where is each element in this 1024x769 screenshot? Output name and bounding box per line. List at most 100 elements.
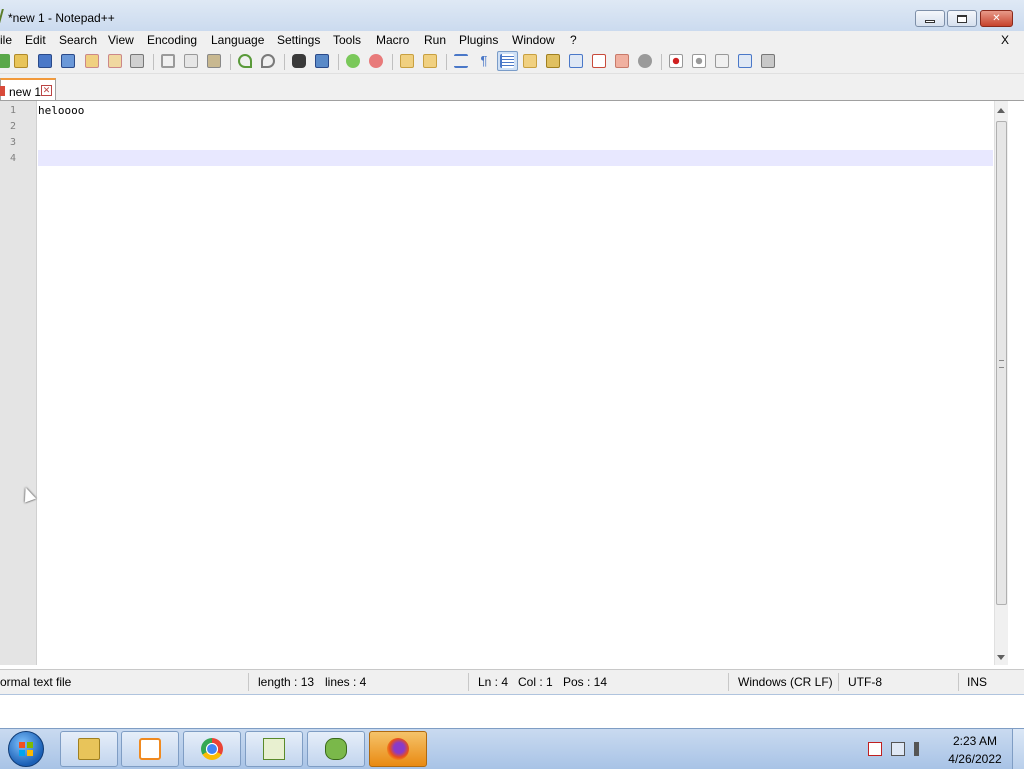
taskbar-media-player[interactable] <box>121 731 179 767</box>
record-macro-icon[interactable] <box>669 54 683 68</box>
status-eol[interactable]: Windows (CR LF) <box>738 675 833 689</box>
maximize-button[interactable] <box>947 10 977 27</box>
taskbar-firefox[interactable] <box>369 731 427 767</box>
menu-view[interactable]: View <box>108 33 134 47</box>
word-wrap-icon[interactable] <box>454 54 468 68</box>
close-all-icon[interactable] <box>108 54 122 68</box>
menu-help[interactable]: ? <box>570 33 577 47</box>
menu-edit[interactable]: Edit <box>25 33 46 47</box>
doc-map-icon[interactable] <box>546 54 560 68</box>
status-pos: Pos : 14 <box>563 675 608 689</box>
window-title: *new 1 - Notepad++ <box>8 11 115 25</box>
line-number: 3 <box>10 137 17 148</box>
zoom-out-icon[interactable] <box>369 54 383 68</box>
network-icon[interactable] <box>891 742 905 756</box>
action-center-flag-icon[interactable] <box>868 742 882 756</box>
tab-bar: new 1 ✕ <box>0 74 1024 101</box>
show-all-chars-icon[interactable]: ¶ <box>477 54 491 68</box>
toolbar: ¶ <box>0 49 1024 74</box>
status-divider <box>838 673 839 691</box>
title-bar: *new 1 - Notepad++ ✕ <box>0 0 1024 35</box>
open-file-icon[interactable] <box>14 54 28 68</box>
status-length: length : 13 <box>258 675 315 689</box>
status-divider <box>468 673 469 691</box>
status-insert-mode[interactable]: INS <box>967 675 987 689</box>
monitoring-icon[interactable] <box>615 54 629 68</box>
toolbar-separator <box>446 54 447 70</box>
close-document-button[interactable]: X <box>1001 33 1009 47</box>
scrollbar-thumb[interactable] <box>996 121 1007 605</box>
status-divider <box>728 673 729 691</box>
clock-time[interactable]: 2:23 AM <box>945 734 1005 748</box>
toolbar-separator <box>338 54 339 70</box>
toolbar-separator <box>284 54 285 70</box>
menu-macro[interactable]: Macro <box>376 33 409 47</box>
sync-horizontal-icon[interactable] <box>423 54 437 68</box>
taskbar-chrome[interactable] <box>183 731 241 767</box>
menu-tools[interactable]: Tools <box>333 33 361 47</box>
chrome-icon <box>201 738 223 760</box>
scroll-up-icon[interactable] <box>997 108 1005 113</box>
save-icon[interactable] <box>38 54 52 68</box>
menu-run[interactable]: Run <box>424 33 446 47</box>
copy-icon[interactable] <box>184 54 198 68</box>
menu-search[interactable]: Search <box>59 33 97 47</box>
folder-workspace-icon[interactable] <box>592 54 606 68</box>
close-window-button[interactable]: ✕ <box>980 10 1013 27</box>
run-macro-multiple-icon[interactable] <box>738 54 752 68</box>
taskbar-notepad-plus-plus[interactable] <box>245 731 303 767</box>
network-tool-icon <box>325 738 347 760</box>
save-all-icon[interactable] <box>61 54 75 68</box>
taskbar-explorer[interactable] <box>60 731 118 767</box>
cut-icon[interactable] <box>161 54 175 68</box>
tab-new-1[interactable]: new 1 ✕ <box>0 78 56 100</box>
menu-language[interactable]: Language <box>211 33 264 47</box>
status-bar: ormal text file length : 13 lines : 4 Ln… <box>0 669 1024 694</box>
scroll-down-icon[interactable] <box>997 655 1005 660</box>
function-list-icon[interactable] <box>569 54 583 68</box>
vertical-scrollbar[interactable] <box>994 101 1008 665</box>
sync-vertical-icon[interactable] <box>400 54 414 68</box>
toolbar-separator <box>661 54 662 70</box>
clock-date[interactable]: 4/26/2022 <box>945 752 1005 766</box>
tab-close-icon[interactable]: ✕ <box>41 85 52 96</box>
maximize-icon <box>957 14 967 23</box>
monitoring-eye-icon[interactable] <box>638 54 652 68</box>
menu-encoding[interactable]: Encoding <box>147 33 197 47</box>
unsaved-document-icon <box>0 86 5 96</box>
menu-window[interactable]: Window <box>512 33 555 47</box>
find-icon[interactable] <box>292 54 306 68</box>
menu-settings[interactable]: Settings <box>277 33 320 47</box>
taskbar-network-tool[interactable] <box>307 731 365 767</box>
user-defined-lang-icon[interactable] <box>523 54 537 68</box>
menu-file[interactable]: ile <box>0 33 12 47</box>
start-button[interactable] <box>8 731 44 767</box>
taskbar: 2:23 AM 4/26/2022 <box>0 728 1024 769</box>
indent-guide-icon[interactable] <box>500 54 514 68</box>
zoom-in-icon[interactable] <box>346 54 360 68</box>
close-icon[interactable] <box>85 54 99 68</box>
windows-logo-icon <box>19 742 33 756</box>
status-divider <box>248 673 249 691</box>
playback-macro-icon[interactable] <box>715 54 729 68</box>
redo-icon[interactable] <box>261 54 275 68</box>
line-number: 1 <box>10 105 17 116</box>
status-encoding[interactable]: UTF-8 <box>848 675 882 689</box>
undo-icon[interactable] <box>238 54 252 68</box>
code-line[interactable]: heloooo <box>38 104 84 117</box>
replace-icon[interactable] <box>315 54 329 68</box>
volume-icon[interactable] <box>914 742 928 756</box>
new-file-icon[interactable] <box>0 54 10 68</box>
status-ln: Ln : 4 <box>478 675 509 689</box>
minimize-button[interactable] <box>915 10 945 27</box>
save-macro-icon[interactable] <box>761 54 775 68</box>
toolbar-separator <box>392 54 393 70</box>
menu-plugins[interactable]: Plugins <box>459 33 498 47</box>
print-icon[interactable] <box>130 54 144 68</box>
toolbar-separator <box>153 54 154 70</box>
editor-area[interactable]: 1 2 3 4 heloooo <box>0 101 1008 665</box>
stop-record-icon[interactable] <box>692 54 706 68</box>
show-desktop-button[interactable] <box>1012 729 1024 769</box>
paste-icon[interactable] <box>207 54 221 68</box>
firefox-icon <box>387 738 409 760</box>
